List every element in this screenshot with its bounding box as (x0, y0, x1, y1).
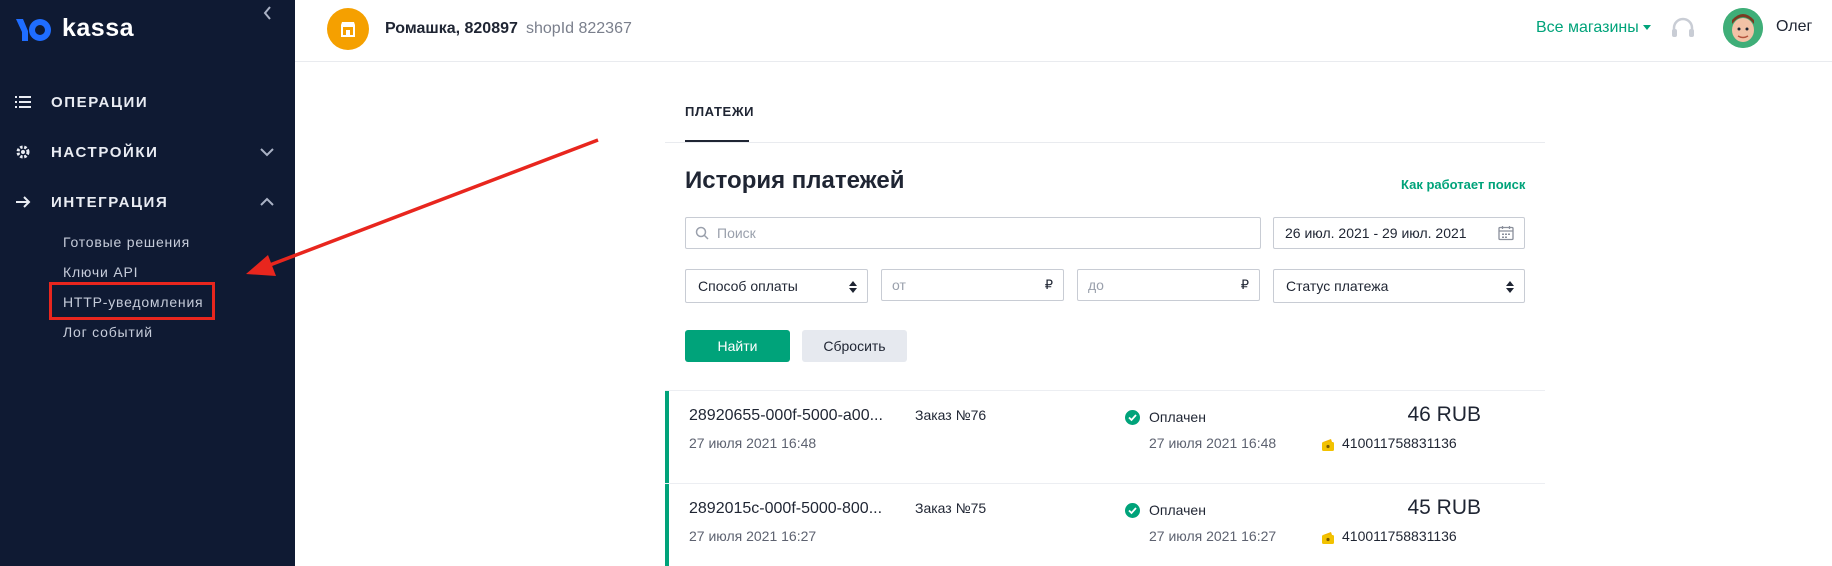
check-circle-icon (1125, 410, 1140, 425)
avatar[interactable] (1723, 8, 1763, 48)
wallet-number: 410011758831136 (1342, 528, 1457, 544)
caret-down-icon (1642, 25, 1651, 31)
shop-name: Ромашка, 820897 (385, 20, 518, 37)
ruble-icon: ₽ (1240, 277, 1249, 292)
chevron-left-icon (263, 6, 271, 20)
payment-amount: 46 RUB (1407, 403, 1481, 426)
how-search-works-link[interactable]: Как работает поиск (1401, 177, 1525, 192)
logo[interactable]: kassa (14, 14, 134, 43)
wallet-number: 410011758831136 (1342, 435, 1457, 451)
search-input[interactable]: Поиск (685, 217, 1261, 249)
stores-dropdown[interactable]: Все магазины (1536, 19, 1651, 37)
sidebar-item-label: ИНТЕГРАЦИЯ (51, 193, 169, 211)
wallet-icon (1322, 439, 1334, 451)
payment-amount: 45 RUB (1407, 496, 1481, 519)
check-circle-icon (1125, 503, 1140, 518)
sidebar-subitem-api-keys[interactable]: Ключи API (63, 264, 138, 280)
status-date: 27 июля 2021 16:27 (1149, 528, 1277, 544)
collapse-sidebar-button[interactable] (258, 2, 278, 24)
sidebar-item-label: НАСТРОЙКИ (51, 143, 159, 161)
order-number: Заказ №75 (915, 500, 987, 516)
date-range-picker[interactable]: 26 июл. 2021 - 29 июл. 2021 (1273, 217, 1525, 249)
calendar-icon (1498, 226, 1514, 241)
sidebar-subitem-ready-solutions[interactable]: Готовые решения (63, 234, 190, 250)
amount-from-placeholder: от (892, 277, 906, 293)
wallet-icon (1322, 532, 1334, 544)
select-arrows-icon (1506, 281, 1514, 293)
payment-status: Оплачен (1149, 502, 1206, 518)
row-accent-bar (665, 484, 669, 566)
user-face-icon (1723, 8, 1763, 48)
list-icon (14, 93, 32, 111)
search-placeholder: Поиск (717, 225, 756, 241)
search-icon (695, 226, 709, 240)
kassa-logo-icon (16, 18, 51, 41)
divider (665, 142, 1545, 143)
payment-method-select[interactable]: Способ оплаты (685, 269, 868, 303)
top-header: Ромашка, 820897 shopId 822367 Все магази… (295, 0, 1832, 62)
tab-payments[interactable]: ПЛАТЕЖИ (685, 104, 754, 119)
logo-text: kassa (62, 14, 135, 42)
user-name[interactable]: Олег (1776, 18, 1812, 36)
sidebar-item-settings[interactable]: НАСТРОЙКИ (0, 132, 295, 172)
sidebar-item-operations[interactable]: ОПЕРАЦИИ (0, 82, 295, 122)
shop-id: shopId 822367 (526, 20, 632, 37)
find-button[interactable]: Найти (685, 330, 790, 362)
payment-date: 27 июля 2021 16:27 (689, 528, 817, 544)
amount-from-input[interactable]: от ₽ (881, 269, 1064, 301)
store-icon (341, 22, 355, 37)
table-row[interactable]: 2892015c-000f-5000-800... 27 июля 2021 1… (665, 483, 1545, 566)
order-number: Заказ №76 (915, 407, 987, 423)
arrow-right-icon (14, 193, 32, 211)
amount-to-input[interactable]: до ₽ (1077, 269, 1260, 301)
payment-date: 27 июля 2021 16:48 (689, 435, 817, 451)
sidebar-item-integration[interactable]: ИНТЕГРАЦИЯ (0, 182, 295, 222)
sidebar-item-label: ОПЕРАЦИИ (51, 93, 149, 111)
payment-status: Оплачен (1149, 409, 1206, 425)
date-range-value: 26 июл. 2021 - 29 июл. 2021 (1285, 225, 1467, 241)
sidebar: kassa ОПЕРАЦИИ НАСТРОЙКИ ИНТЕГРАЦИЯ Гото… (0, 0, 295, 566)
table-row[interactable]: 28920655-000f-5000-a00... 27 июля 2021 1… (665, 390, 1545, 483)
status-date: 27 июля 2021 16:48 (1149, 435, 1277, 451)
page-title: История платежей (685, 167, 905, 194)
payment-method-value: Способ оплаты (698, 278, 798, 294)
sidebar-subitem-event-log[interactable]: Лог событий (63, 324, 153, 340)
payment-id: 2892015c-000f-5000-800... (689, 500, 883, 517)
chevron-up-icon (260, 197, 274, 206)
gear-icon (14, 143, 32, 161)
payment-id: 28920655-000f-5000-a00... (689, 407, 883, 424)
payment-status-select[interactable]: Статус платежа (1273, 269, 1525, 303)
select-arrows-icon (849, 281, 857, 293)
headset-icon[interactable] (1670, 16, 1696, 42)
stores-dropdown-label: Все магазины (1536, 19, 1639, 36)
shop-avatar[interactable] (327, 8, 369, 50)
reset-button[interactable]: Сбросить (802, 330, 907, 362)
row-accent-bar (665, 391, 669, 483)
chevron-down-icon (260, 148, 274, 157)
annotation-highlight-box (49, 282, 215, 320)
payment-status-value: Статус платежа (1286, 278, 1389, 294)
amount-to-placeholder: до (1088, 277, 1104, 293)
ruble-icon: ₽ (1044, 277, 1053, 292)
